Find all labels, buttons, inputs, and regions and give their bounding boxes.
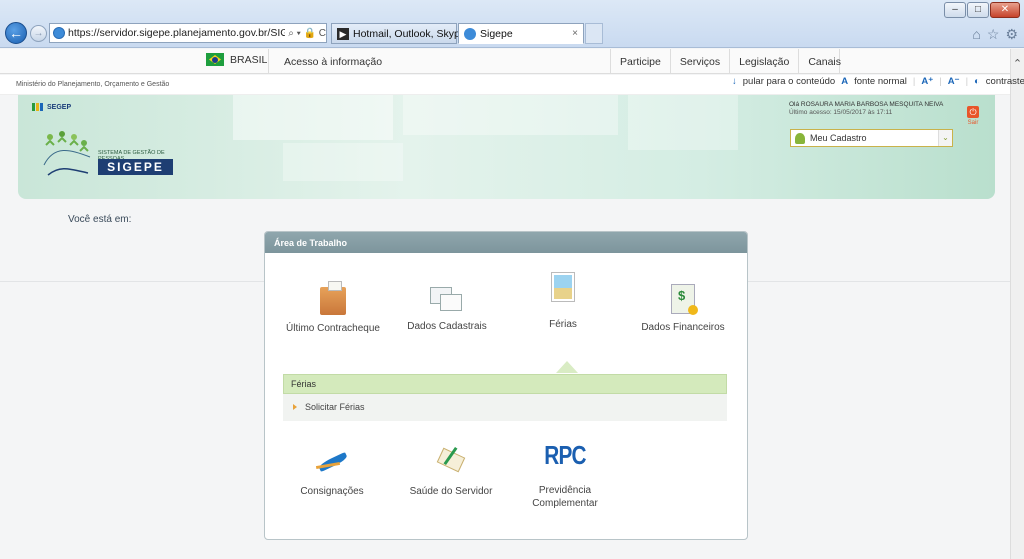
- segep-logo[interactable]: SEGEP: [32, 103, 71, 111]
- brazil-flag-icon: [206, 53, 224, 66]
- power-icon: ⏻: [967, 106, 979, 118]
- user-greeting: Olá ROSAURA MARIA BARBOSA MESQUITA NEIVA: [789, 101, 944, 108]
- tab-hotmail[interactable]: ▶ Hotmail, Outlook, Skype, Noti...: [331, 23, 499, 44]
- brasil-label: BRASIL: [230, 53, 268, 66]
- tile-label: Férias: [549, 319, 577, 330]
- tile-label: Previdência Complementar: [532, 485, 598, 509]
- banner-decoration: [233, 95, 393, 140]
- font-decrease-button[interactable]: A⁻: [948, 76, 960, 87]
- meu-cadastro-label: Meu Cadastro: [810, 133, 867, 143]
- chevron-down-icon[interactable]: ⌄: [938, 130, 952, 146]
- id-cards-icon: [430, 287, 464, 313]
- money-icon: $: [671, 284, 698, 315]
- breadcrumb: Você está em:: [68, 214, 132, 225]
- banner-decoration: [283, 143, 403, 181]
- meu-cadastro-select[interactable]: Meu Cadastro ⌄: [790, 129, 953, 147]
- page-scrollbar[interactable]: ⌃: [1010, 49, 1024, 559]
- last-access: Último acesso: 15/05/2017 às 17:11: [789, 109, 893, 116]
- tile-label: Dados Cadastrais: [407, 321, 487, 332]
- tile-label: Consignações: [300, 486, 364, 497]
- close-tab-icon[interactable]: ×: [572, 28, 578, 39]
- submenu-item-solicitar-ferias[interactable]: Solicitar Férias: [283, 394, 727, 412]
- divider: |: [939, 76, 942, 87]
- browser-chrome: – □ ✕ ← → https://servidor.sigepe.planej…: [0, 0, 1024, 48]
- nav-participe[interactable]: Participe: [610, 49, 670, 73]
- submenu-pointer: [556, 361, 578, 373]
- banner-decoration: [403, 95, 618, 135]
- skip-to-content-link[interactable]: pular para o conteúdo: [743, 76, 835, 87]
- ministry-name: Ministério do Planejamento, Orçamento e …: [16, 81, 170, 88]
- address-tools[interactable]: ⌕ ▾ 🔒 C: [288, 28, 326, 39]
- close-window-button[interactable]: ✕: [990, 2, 1020, 18]
- segep-logo-icon: [32, 103, 43, 111]
- tile-label: Último Contracheque: [286, 323, 380, 334]
- home-icon[interactable]: ⌂: [972, 26, 980, 43]
- person-icon: [795, 132, 805, 144]
- sigepe-banner: SEGEP SISTEMA DE GESTÃO DE PESSOAS SIGEP…: [18, 95, 995, 199]
- browser-tool-icons: ⌂ ☆ ⚙: [972, 26, 1018, 43]
- ie-page-icon: [464, 27, 476, 40]
- contrast-icon: ◐: [974, 76, 980, 87]
- gov-bar: BRASIL Acesso à informação Participe Ser…: [0, 49, 1010, 74]
- font-icon: A: [841, 76, 849, 87]
- tile-label: Dados Financeiros: [641, 322, 725, 333]
- panel-title: Área de Trabalho: [265, 232, 747, 253]
- divider: [268, 49, 269, 73]
- ie-page-icon: [53, 27, 65, 39]
- msn-icon: ▶: [337, 27, 349, 40]
- tab-sigepe[interactable]: Sigepe ×: [458, 23, 584, 44]
- accessibility-bar: ↓ pular para o conteúdo A fonte normal |…: [732, 76, 1024, 87]
- favorites-star-icon[interactable]: ☆: [987, 26, 1000, 43]
- tile-previdencia-complementar[interactable]: RPC Previdência Complementar: [515, 440, 615, 510]
- banner-decoration: [628, 95, 738, 150]
- nav-canais[interactable]: Canais: [798, 49, 841, 73]
- acesso-informacao-link[interactable]: Acesso à informação: [284, 56, 382, 68]
- settings-gear-icon[interactable]: ⚙: [1005, 26, 1018, 43]
- submenu-title: Férias: [283, 374, 727, 394]
- forward-button[interactable]: →: [30, 25, 47, 42]
- font-normal-link[interactable]: fonte normal: [854, 76, 907, 87]
- window-buttons: – □ ✕: [944, 2, 1020, 18]
- tile-dados-financeiros[interactable]: $ Dados Financeiros: [637, 284, 729, 333]
- divider: |: [965, 76, 969, 87]
- url-text[interactable]: https://servidor.sigepe.planejamento.gov…: [68, 27, 285, 39]
- arrow-right-icon: [293, 404, 297, 410]
- nav-legislacao[interactable]: Legislação: [729, 49, 798, 73]
- ferias-submenu: Férias Solicitar Férias: [283, 374, 727, 421]
- beach-photo-icon: [552, 273, 574, 301]
- user-info: Olá ROSAURA MARIA BARBOSA MESQUITA NEIVA…: [789, 101, 943, 116]
- sigepe-logo[interactable]: SIGEPE: [98, 159, 173, 175]
- contrast-link[interactable]: contraste: [986, 76, 1024, 87]
- tile-consignacoes[interactable]: Consignações: [287, 444, 377, 497]
- scroll-up-icon[interactable]: ⌃: [1011, 49, 1024, 70]
- address-bar[interactable]: https://servidor.sigepe.planejamento.gov…: [49, 23, 327, 43]
- brasil-link[interactable]: BRASIL: [206, 53, 267, 66]
- segep-label: SEGEP: [47, 103, 72, 111]
- tile-ferias[interactable]: Férias: [523, 273, 603, 330]
- submenu-item-label: Solicitar Férias: [305, 402, 365, 412]
- maximize-button[interactable]: □: [967, 2, 989, 18]
- people-figures-icon: [43, 131, 91, 176]
- tile-dados-cadastrais[interactable]: Dados Cadastrais: [401, 287, 493, 332]
- tile-ultimo-contracheque[interactable]: Último Contracheque: [283, 281, 383, 334]
- logout-button[interactable]: ⏻ Sair: [967, 106, 979, 126]
- swoosh-icon: [315, 444, 349, 472]
- logout-label: Sair: [967, 120, 979, 126]
- tile-label: Saúde do Servidor: [409, 486, 493, 497]
- work-area-panel: Área de Trabalho Último Contracheque Dad…: [264, 231, 748, 540]
- rpc-logo: RPC: [544, 440, 586, 470]
- tab-label: Sigepe: [480, 27, 513, 40]
- folder-icon: [320, 281, 346, 315]
- font-increase-button[interactable]: A⁺: [921, 76, 933, 87]
- divider: |: [912, 76, 916, 87]
- gov-nav: Participe Serviços Legislação Canais: [610, 49, 841, 73]
- ministry-bar: Ministério do Planejamento, Orçamento e …: [0, 75, 1024, 95]
- minimize-button[interactable]: –: [944, 2, 966, 18]
- back-button[interactable]: ←: [5, 22, 27, 44]
- clipboard-check-icon: [435, 444, 467, 473]
- new-tab-button[interactable]: [585, 23, 603, 44]
- tile-saude-do-servidor[interactable]: Saúde do Servidor: [403, 444, 499, 497]
- arrow-down-icon: ↓: [732, 76, 737, 87]
- nav-servicos[interactable]: Serviços: [669, 49, 729, 73]
